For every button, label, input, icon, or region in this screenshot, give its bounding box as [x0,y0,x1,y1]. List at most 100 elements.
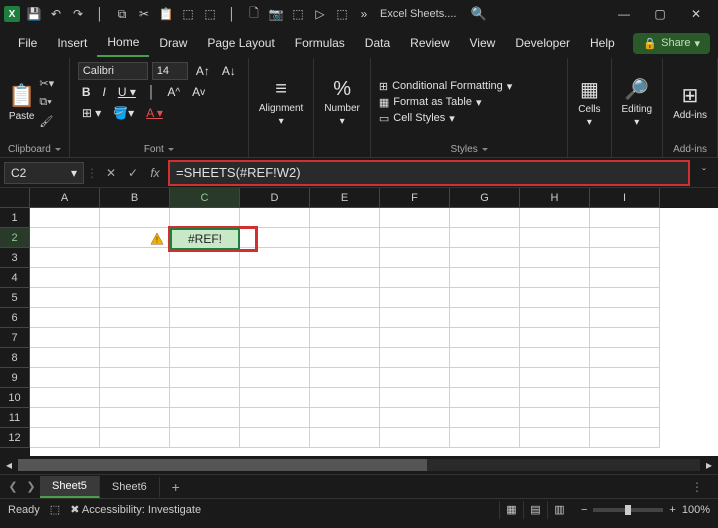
cell-G5[interactable] [450,288,520,308]
cell-A11[interactable] [30,408,100,428]
cell-G4[interactable] [450,268,520,288]
cell-H4[interactable] [520,268,590,288]
cell-G6[interactable] [450,308,520,328]
italic-button[interactable]: I [98,83,109,101]
name-box[interactable]: C2 ▾ [4,162,84,184]
cell-E1[interactable] [310,208,380,228]
cell-I4[interactable] [590,268,660,288]
cell-E2[interactable] [310,228,380,248]
fx-button[interactable]: fx [144,162,166,184]
cell-E4[interactable] [310,268,380,288]
cell-C8[interactable] [170,348,240,368]
font-name-select[interactable]: Calibri [78,62,148,80]
addins-button[interactable]: ⊞ Add-ins [671,83,709,121]
col-header-E[interactable]: E [310,188,380,208]
cell-F6[interactable] [380,308,450,328]
cells-button[interactable]: ▦ Cells ▾ [576,77,602,128]
qat-icon-3[interactable]: 🗋 [246,6,262,22]
copy-button[interactable]: ⧉▾ [39,94,57,110]
row-header-12[interactable]: 12 [0,428,30,448]
cell-B6[interactable] [100,308,170,328]
qat-icon-6[interactable]: ▷ [312,6,328,22]
cell-A7[interactable] [30,328,100,348]
active-cell[interactable]: #REF! [170,228,240,250]
cell-H1[interactable] [520,208,590,228]
tab-draw[interactable]: Draw [149,30,197,56]
cell-H8[interactable] [520,348,590,368]
cell-A6[interactable] [30,308,100,328]
cell-F2[interactable] [380,228,450,248]
cell-B9[interactable] [100,368,170,388]
cell-A4[interactable] [30,268,100,288]
cell-I10[interactable] [590,388,660,408]
tab-help[interactable]: Help [580,30,625,56]
cell-G3[interactable] [450,248,520,268]
cell-I11[interactable] [590,408,660,428]
maximize-button[interactable]: ▢ [642,0,678,28]
cell-D4[interactable] [240,268,310,288]
qat-icon-1[interactable]: ⬚ [180,6,196,22]
cell-H2[interactable] [520,228,590,248]
conditional-formatting-button[interactable]: ⊞ Conditional Formatting ▾ [379,80,512,93]
cell-C4[interactable] [170,268,240,288]
row-header-8[interactable]: 8 [0,348,30,368]
horizontal-scrollbar[interactable]: ◂ ▸ [0,456,718,474]
cell-G1[interactable] [450,208,520,228]
scroll-right-button[interactable]: ▸ [700,456,718,474]
error-warning-icon[interactable]: ! [150,232,164,246]
tab-insert[interactable]: Insert [47,30,97,56]
page-layout-view-button[interactable]: ▤ [523,501,547,519]
row-header-10[interactable]: 10 [0,388,30,408]
cell-F3[interactable] [380,248,450,268]
cell-D9[interactable] [240,368,310,388]
cell-F7[interactable] [380,328,450,348]
cell-B4[interactable] [100,268,170,288]
cell-F10[interactable] [380,388,450,408]
cell-F5[interactable] [380,288,450,308]
cell-G10[interactable] [450,388,520,408]
cell-C7[interactable] [170,328,240,348]
cell-A9[interactable] [30,368,100,388]
cell-H3[interactable] [520,248,590,268]
zoom-slider[interactable] [593,508,663,512]
cell-D3[interactable] [240,248,310,268]
cell-B12[interactable] [100,428,170,448]
minimize-button[interactable]: — [606,0,642,28]
cell-C6[interactable] [170,308,240,328]
tab-developer[interactable]: Developer [505,30,580,56]
cell-C12[interactable] [170,428,240,448]
row-header-11[interactable]: 11 [0,408,30,428]
cells-area[interactable] [30,208,718,456]
scroll-track[interactable] [18,459,700,471]
paste-button[interactable]: 📋 Paste [8,83,35,122]
sheet-tab-sheet5[interactable]: Sheet5 [40,476,100,498]
cell-C10[interactable] [170,388,240,408]
grow-font-icon[interactable]: A^ [163,83,184,101]
cell-I7[interactable] [590,328,660,348]
cell-I8[interactable] [590,348,660,368]
row-header-1[interactable]: 1 [0,208,30,228]
zoom-in-button[interactable]: + [669,504,675,516]
accessibility-button[interactable]: ✖ Accessibility: Investigate [70,503,201,516]
col-header-D[interactable]: D [240,188,310,208]
cell-B1[interactable] [100,208,170,228]
tab-review[interactable]: Review [400,30,459,56]
cell-E9[interactable] [310,368,380,388]
row-header-3[interactable]: 3 [0,248,30,268]
zoom-out-button[interactable]: − [581,504,587,516]
bold-button[interactable]: B [78,83,95,101]
cell-H9[interactable] [520,368,590,388]
cut-button[interactable]: ✂▾ [39,75,57,91]
cell-G9[interactable] [450,368,520,388]
cell-I1[interactable] [590,208,660,228]
scroll-left-button[interactable]: ◂ [0,456,18,474]
share-button[interactable]: 🔒 Share ▾ [633,33,710,54]
sheet-tab-drag-handle[interactable]: ⋮ [691,480,704,494]
sheet-nav-next[interactable]: ❯ [22,478,40,496]
cell-I5[interactable] [590,288,660,308]
cell-H11[interactable] [520,408,590,428]
cell-H6[interactable] [520,308,590,328]
add-sheet-button[interactable]: + [166,479,186,495]
cell-A8[interactable] [30,348,100,368]
cell-A5[interactable] [30,288,100,308]
